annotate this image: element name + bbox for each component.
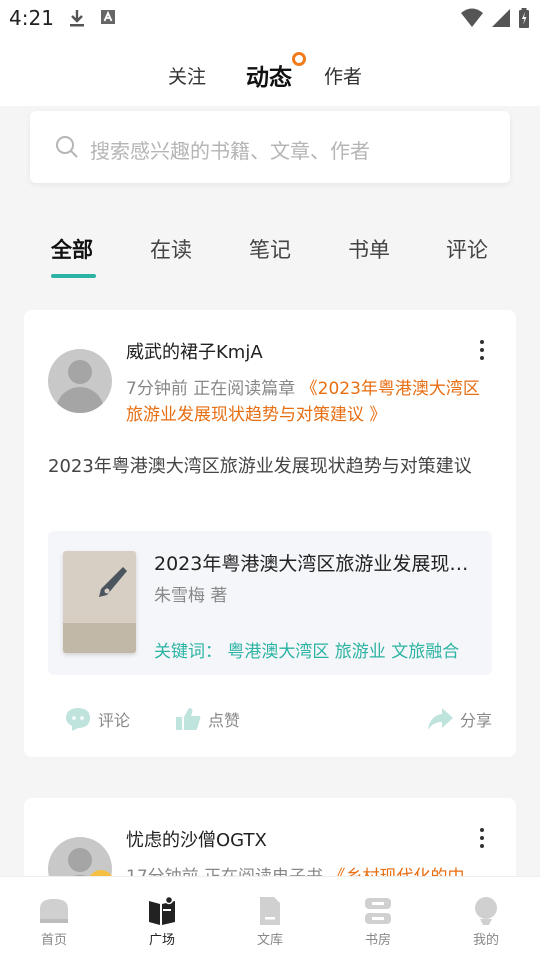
status-bar: 4:21 <box>0 0 540 36</box>
book-cover <box>63 551 136 653</box>
comment-icon <box>66 708 90 731</box>
thumbs-up-icon <box>176 708 201 730</box>
wifi-icon <box>461 8 483 27</box>
book-keywords: 关键词： 粤港澳大湾区 旅游业 文旅融合 <box>154 642 460 662</box>
library-icon <box>260 897 280 925</box>
tab-dynamic[interactable]: 动态 <box>246 58 292 92</box>
post-time-action: 7分钟前 正在阅读篇章 <box>126 379 301 399</box>
download-icon <box>70 10 84 27</box>
comment-label: 评论 <box>98 711 131 730</box>
post-text[interactable]: 2023年粤港澳大湾区旅游业发展现状趋势与对策建议 <box>48 453 498 480</box>
share-button[interactable]: 分享 <box>426 706 492 732</box>
nav-home-label: 首页 <box>40 933 67 948</box>
nav-library[interactable]: 文库 <box>216 877 324 960</box>
comment-button[interactable]: 评论 <box>64 706 130 732</box>
search-input[interactable]: 搜索感兴趣的书籍、文章、作者 <box>30 111 510 183</box>
tab-follow[interactable]: 关注 <box>168 62 206 89</box>
nav-profile[interactable]: 我的 <box>432 877 540 960</box>
avatar[interactable] <box>48 349 112 413</box>
like-button[interactable]: 点赞 <box>174 706 240 732</box>
nav-home[interactable]: 首页 <box>0 877 108 960</box>
notification-dot <box>292 52 306 66</box>
share-label: 分享 <box>460 711 493 730</box>
top-nav: 关注 动态 作者 <box>0 36 540 106</box>
search-placeholder: 搜索感兴趣的书籍、文章、作者 <box>90 139 370 163</box>
user-name[interactable]: 忧虑的沙僧OGTX <box>126 826 267 852</box>
post-card[interactable]: 威武的裙子KmjA 7分钟前 正在阅读篇章 《2023年粤港澳大湾区旅游业发展现… <box>24 310 516 757</box>
pen-nib-icon <box>99 567 127 597</box>
user-name[interactable]: 威武的裙子KmjA <box>126 338 263 364</box>
tab-author[interactable]: 作者 <box>324 62 362 89</box>
text-icon <box>101 10 115 24</box>
profile-icon <box>475 897 497 925</box>
status-time: 4:21 <box>9 6 54 30</box>
filter-tab-all[interactable]: 全部 <box>51 234 93 264</box>
book-title: 2023年粤港澳大湾区旅游业发展现状趋势与对策建议 <box>154 553 479 575</box>
nav-square-label: 广场 <box>148 933 175 948</box>
bottom-nav: 首页 广场 文库 书房 我的 <box>0 876 540 960</box>
nav-study[interactable]: 书房 <box>324 877 432 960</box>
square-icon <box>149 895 175 925</box>
book-card[interactable]: 2023年粤港澳大湾区旅游业发展现状趋势与对策建议 朱雪梅 著 关键词： 粤港澳… <box>48 531 492 675</box>
search-icon <box>56 136 78 158</box>
filter-tab-reading[interactable]: 在读 <box>150 234 192 264</box>
book-author: 朱雪梅 著 <box>154 586 228 606</box>
nav-square[interactable]: 广场 <box>108 877 216 960</box>
like-label: 点赞 <box>208 711 241 730</box>
more-icon[interactable] <box>480 828 486 852</box>
filter-tab-booklist[interactable]: 书单 <box>348 234 390 264</box>
filter-tab-notes[interactable]: 笔记 <box>249 234 291 264</box>
nav-profile-label: 我的 <box>472 933 499 948</box>
more-icon[interactable] <box>480 340 486 364</box>
battery-icon <box>519 8 529 28</box>
home-icon <box>40 899 68 923</box>
nav-library-label: 文库 <box>256 933 283 948</box>
post-meta: 7分钟前 正在阅读篇章 《2023年粤港澳大湾区旅游业发展现状趋势与对策建议 》 <box>126 376 496 428</box>
bookshelf-icon <box>365 898 391 924</box>
signal-icon <box>492 9 510 27</box>
filter-tab-reviews[interactable]: 评论 <box>446 234 488 264</box>
nav-study-label: 书房 <box>364 933 391 948</box>
filter-tab-indicator <box>51 274 96 278</box>
share-icon <box>428 708 453 730</box>
